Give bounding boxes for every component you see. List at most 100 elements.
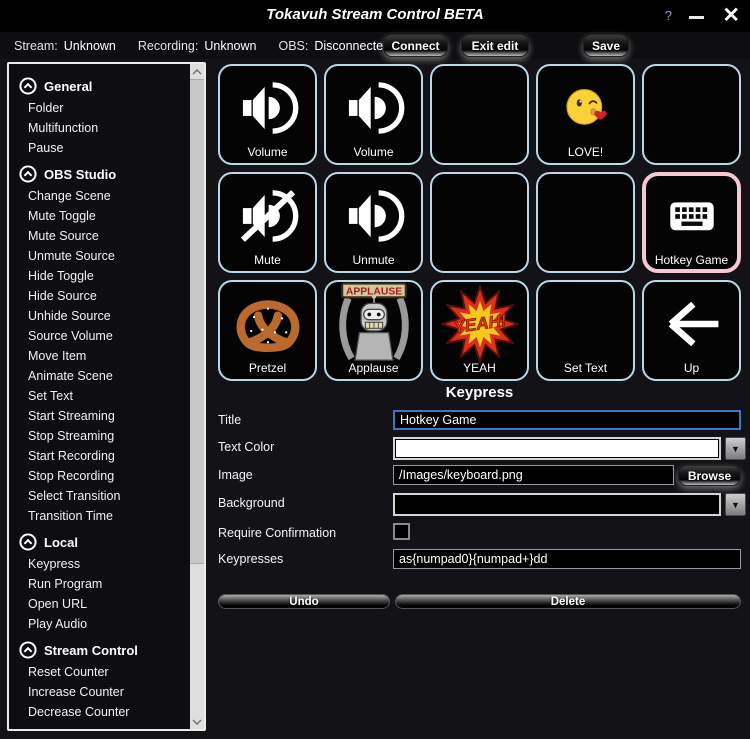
applause-robot-icon: APPLAUSE (331, 281, 417, 367)
chevron-up-circle-icon (19, 165, 37, 183)
help-icon[interactable]: ? (665, 8, 672, 23)
tile-pretzel[interactable]: Pretzel (218, 280, 317, 381)
sidebar-section-obs-studio[interactable]: OBS Studio (19, 165, 190, 183)
scrollbar-thumb[interactable] (190, 79, 204, 564)
sidebar-item-start-recording[interactable]: Start Recording (19, 446, 190, 466)
tile-applause[interactable]: APPLAUSE Applause (324, 280, 423, 381)
sidebar-item-transition-time[interactable]: Transition Time (19, 506, 190, 526)
yeah-starburst-icon: YEAH! (441, 285, 519, 363)
sidebar-section-label: OBS Studio (44, 167, 116, 182)
sidebar-item-folder[interactable]: Folder (19, 98, 190, 118)
sidebar-item-mute-source[interactable]: Mute Source (19, 226, 190, 246)
tile-label: YEAH (432, 361, 527, 375)
delete-button[interactable]: Delete (395, 594, 741, 609)
sidebar-section-label: Stream Control (44, 643, 138, 658)
tile-volume-1[interactable]: Volume (218, 64, 317, 165)
text-color-dropdown[interactable]: ▼ (393, 437, 746, 460)
sidebar-item-change-scene[interactable]: Change Scene (19, 186, 190, 206)
sidebar-item-run-program[interactable]: Run Program (19, 574, 190, 594)
tile-empty-1[interactable] (430, 64, 529, 165)
tile-yeah[interactable]: YEAH! YEAH (430, 280, 529, 381)
tile-label: Hotkey Game (646, 253, 737, 267)
sidebar-item-stop-recording[interactable]: Stop Recording (19, 466, 190, 486)
title-input[interactable] (393, 410, 741, 430)
left-arrow-icon (659, 291, 725, 357)
tile-empty-4[interactable] (536, 172, 635, 273)
sidebar-item-source-volume[interactable]: Source Volume (19, 326, 190, 346)
sidebar-item-mute-toggle[interactable]: Mute Toggle (19, 206, 190, 226)
tile-volume-2[interactable]: Volume (324, 64, 423, 165)
chevron-up-circle-icon (19, 77, 37, 95)
tile-love[interactable]: LOVE! (536, 64, 635, 165)
stream-status-label: Stream: (14, 39, 58, 53)
tile-label: Set Text (538, 361, 633, 375)
sidebar-item-start-streaming[interactable]: Start Streaming (19, 406, 190, 426)
sidebar-item-select-transition[interactable]: Select Transition (19, 486, 190, 506)
tile-unmute[interactable]: Unmute (324, 172, 423, 273)
volume-icon (235, 75, 301, 141)
keyboard-icon (661, 185, 723, 247)
chevron-down-icon[interactable]: ▼ (725, 437, 746, 460)
sidebar-item-hide-toggle[interactable]: Hide Toggle (19, 266, 190, 286)
tile-mute[interactable]: Mute (218, 172, 317, 273)
sidebar-item-multifunction[interactable]: Multifunction (19, 118, 190, 138)
sidebar-item-pause[interactable]: Pause (19, 138, 190, 158)
obs-status-value: Disconnected (314, 39, 390, 53)
keypresses-field-label: Keypresses (218, 552, 283, 566)
save-button[interactable]: Save (583, 34, 629, 57)
sidebar-item-decrease-counter[interactable]: Decrease Counter (19, 702, 190, 722)
background-dropdown[interactable]: ▼ (393, 493, 746, 516)
image-field-label: Image (218, 468, 253, 482)
sidebar-item-set-text[interactable]: Set Text (19, 386, 190, 406)
sidebar-scrollbar[interactable] (190, 64, 204, 729)
recording-status-label: Recording: (138, 39, 198, 53)
exit-edit-button[interactable]: Exit edit (461, 34, 529, 57)
sidebar-item-hide-source[interactable]: Hide Source (19, 286, 190, 306)
window-title: Tokavuh Stream Control BETA (0, 6, 750, 23)
title-field-label: Title (218, 413, 241, 427)
tile-label: Unmute (326, 253, 421, 267)
chevron-up-circle-icon (19, 641, 37, 659)
scroll-down-arrow-icon[interactable] (190, 714, 204, 729)
sidebar-item-increase-counter[interactable]: Increase Counter (19, 682, 190, 702)
text-color-swatch-frame (393, 437, 721, 460)
tile-label: Up (644, 361, 739, 375)
chevron-down-icon[interactable]: ▼ (725, 493, 746, 516)
statusbar: Stream: Unknown Recording: Unknown OBS: … (0, 32, 750, 59)
sidebar-section-stream-control[interactable]: Stream Control (19, 641, 190, 659)
sidebar-item-stop-streaming[interactable]: Stop Streaming (19, 426, 190, 446)
tile-set-text[interactable]: Set Text (536, 280, 635, 381)
browse-button[interactable]: Browse (678, 465, 741, 486)
stream-status-value: Unknown (64, 39, 116, 53)
image-path-input[interactable] (393, 465, 674, 485)
tile-hotkey-game[interactable]: Hotkey Game (642, 172, 741, 273)
sidebar-item-open-url[interactable]: Open URL (19, 594, 190, 614)
sidebar-item-animate-scene[interactable]: Animate Scene (19, 366, 190, 386)
connect-button[interactable]: Connect (383, 34, 448, 57)
sidebar-item-unhide-source[interactable]: Unhide Source (19, 306, 190, 326)
undo-button[interactable]: Undo (218, 594, 390, 609)
keypresses-input[interactable] (393, 549, 741, 569)
tile-label: Volume (220, 145, 315, 159)
sidebar-item-unmute-source[interactable]: Unmute Source (19, 246, 190, 266)
kiss-heart-emoji-icon (558, 80, 614, 136)
button-grid: Volume Volume LOVE! Mute Unmute Hotkey G… (218, 64, 741, 381)
tile-empty-2[interactable] (642, 64, 741, 165)
minimize-icon[interactable] (689, 16, 704, 19)
tile-empty-3[interactable] (430, 172, 529, 273)
background-swatch-frame (393, 493, 721, 516)
sidebar-item-move-item[interactable]: Move Item (19, 346, 190, 366)
sidebar-section-local[interactable]: Local (19, 533, 190, 551)
text-color-field-label: Text Color (218, 440, 274, 454)
sidebar-section-general[interactable]: General (19, 77, 190, 95)
sidebar-item-keypress[interactable]: Keypress (19, 554, 190, 574)
titlebar: Tokavuh Stream Control BETA ? ✕ (0, 0, 750, 32)
app-window: Tokavuh Stream Control BETA ? ✕ Stream: … (0, 0, 750, 739)
sidebar-item-reset-counter[interactable]: Reset Counter (19, 662, 190, 682)
sidebar-item-play-audio[interactable]: Play Audio (19, 614, 190, 634)
tile-up[interactable]: Up (642, 280, 741, 381)
close-icon[interactable]: ✕ (722, 3, 740, 28)
scroll-up-arrow-icon[interactable] (190, 64, 204, 79)
tile-label: Mute (220, 253, 315, 267)
require-confirmation-checkbox[interactable] (393, 523, 410, 540)
